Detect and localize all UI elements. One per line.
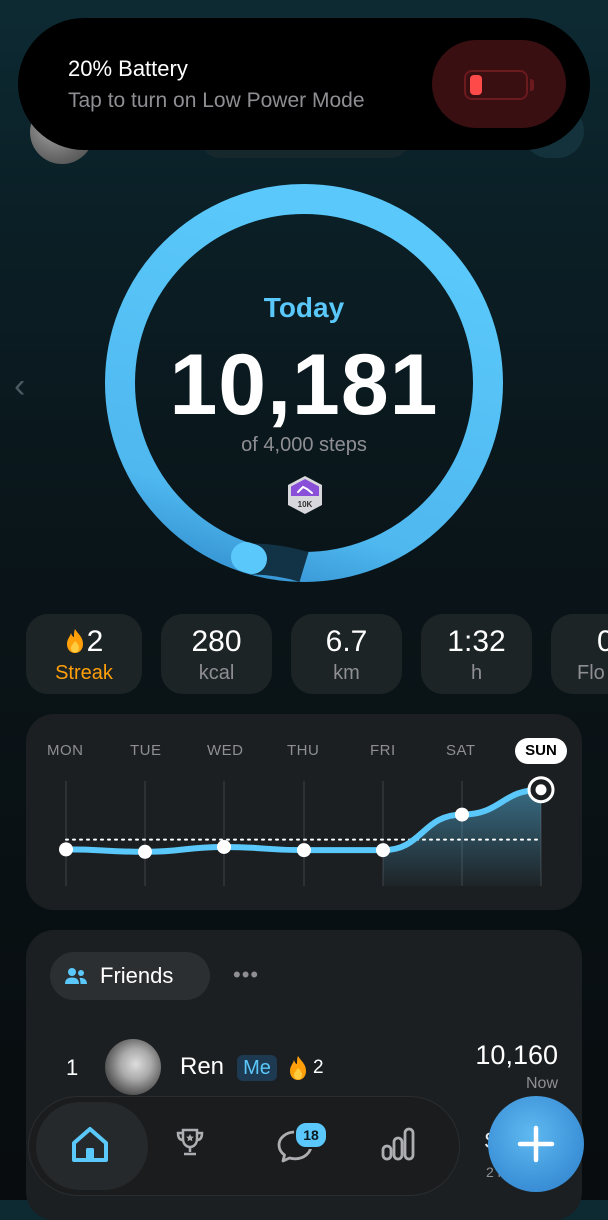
data-point-fri [376, 843, 390, 858]
stat-card-streak[interactable]: 2 Streak [26, 614, 142, 694]
chat-unread-badge: 18 [294, 1121, 328, 1149]
data-point-sat [455, 807, 469, 822]
steps-count: 10,181 [169, 337, 439, 433]
stat-value: 1:32 [447, 625, 506, 658]
stat-label: km [333, 662, 360, 684]
stat-label: h [470, 662, 483, 684]
plus-icon [517, 1125, 555, 1163]
notification-subtitle: Tap to turn on Low Power Mode [68, 89, 365, 112]
stat-label: Streak [55, 662, 113, 684]
stat-card-km[interactable]: 6.7 km [291, 614, 402, 694]
stat-card-floors[interactable]: 0 Flo [551, 614, 608, 694]
stat-value: 6.7 [325, 625, 368, 658]
data-point-tue [138, 844, 152, 859]
data-point-sun [535, 784, 547, 796]
friends-tab-label: Friends [100, 963, 174, 988]
stat-value: 0 [597, 625, 608, 658]
friend-last-updated: Now [525, 1075, 558, 1092]
data-point-mon [59, 842, 73, 857]
friend-steps: 10,160 [475, 1040, 558, 1070]
battery-level-fill [470, 75, 482, 95]
friend-avatar[interactable] [105, 1039, 161, 1095]
me-badge: Me [237, 1055, 277, 1081]
10k-badge-icon[interactable]: 10K [284, 474, 326, 516]
friend-name: Ren [180, 1053, 225, 1080]
more-options-icon[interactable]: ••• [233, 962, 259, 988]
stat-value: 280 [191, 625, 242, 658]
stat-card-kcal[interactable]: 280 kcal [161, 614, 272, 694]
trophy-icon[interactable] [174, 1126, 206, 1158]
steps-goal: of 4,000 steps [241, 434, 367, 456]
stat-value: 2 [86, 625, 104, 658]
flame-icon [290, 1056, 306, 1080]
leaderboard-rank: 1 [66, 1055, 79, 1080]
notification-title: 20% Battery [68, 56, 188, 81]
stat-streak-value-wrap: 2 [26, 625, 142, 659]
stat-label: kcal [198, 662, 235, 684]
add-button[interactable] [488, 1096, 584, 1192]
friend-streak: 2 [313, 1057, 324, 1078]
bar-chart-icon[interactable] [380, 1126, 416, 1162]
battery-cap [530, 79, 534, 91]
stat-card-hours[interactable]: 1:32 h [421, 614, 532, 694]
previous-day-chevron-icon[interactable]: ‹ [14, 369, 38, 403]
ring-end-cap [231, 542, 267, 574]
svg-text:10K: 10K [298, 500, 313, 509]
data-point-wed [217, 839, 231, 854]
home-icon[interactable] [68, 1124, 112, 1164]
flame-icon [66, 629, 83, 653]
week-steps-chart [59, 776, 555, 886]
people-icon [65, 968, 87, 984]
battery-icon [464, 70, 528, 100]
ring-day-label: Today [263, 292, 345, 323]
data-point-thu [297, 843, 311, 858]
stat-label: Flo [577, 662, 605, 684]
